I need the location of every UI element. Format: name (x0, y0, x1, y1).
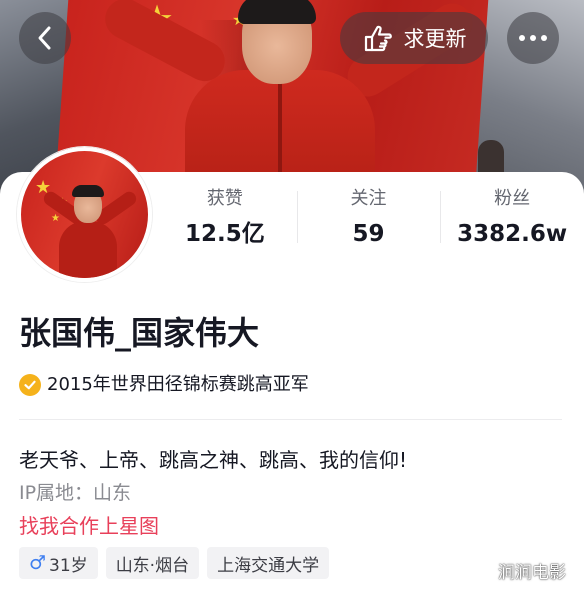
stat-following[interactable]: 关注 59 (296, 187, 441, 251)
profile-nickname: 张国伟_国家伟大 (19, 314, 260, 352)
request-update-button[interactable]: 求更新 (340, 12, 488, 64)
stat-value: 3382.6w (457, 221, 568, 247)
more-dots-icon (519, 35, 547, 41)
verified-check-icon (19, 374, 41, 396)
tag-label: 山东·烟台 (115, 555, 190, 576)
stat-label: 关注 (350, 188, 387, 209)
stat-followers[interactable]: 粉丝 3382.6w (440, 187, 584, 251)
tag-label: 31岁 (49, 555, 88, 576)
stats-bar: 获赞 12.5亿 关注 59 粉丝 3382.6w (153, 187, 584, 251)
stat-value: 59 (352, 221, 385, 247)
watermark: 涧涧电影 (498, 563, 566, 583)
request-update-label: 求更新 (403, 27, 467, 51)
tag-label: 上海交通大学 (217, 555, 320, 576)
male-icon: ♂ (29, 552, 47, 574)
stat-label: 获赞 (206, 188, 243, 209)
collab-link[interactable]: 找我合作上星图 (19, 512, 159, 540)
stat-value: 12.5亿 (184, 221, 265, 247)
back-button[interactable] (19, 12, 71, 64)
tag-school[interactable]: 上海交通大学 (207, 547, 330, 579)
chevron-left-icon (38, 26, 51, 50)
tag-location[interactable]: 山东·烟台 (105, 547, 200, 579)
stat-likes[interactable]: 获赞 12.5亿 (153, 187, 297, 251)
verification-text: 2015年世界田径锦标赛跳高亚军 (47, 374, 309, 395)
hand-point-icon (364, 25, 392, 52)
stat-label: 粉丝 (494, 188, 531, 209)
more-button[interactable] (507, 12, 559, 64)
avatar[interactable]: ★ ★ ★ (17, 147, 152, 282)
ip-location: IP属地：山东 (19, 482, 132, 504)
tag-age[interactable]: ♂ 31岁 (19, 547, 98, 579)
profile-tags: ♂ 31岁 山东·烟台 上海交通大学 (19, 547, 330, 579)
profile-bio: 老天爷、上帝、跳高之神、跳高、我的信仰! (19, 448, 408, 472)
verification-row: 2015年世界田径锦标赛跳高亚军 (19, 373, 309, 397)
divider (19, 419, 562, 420)
